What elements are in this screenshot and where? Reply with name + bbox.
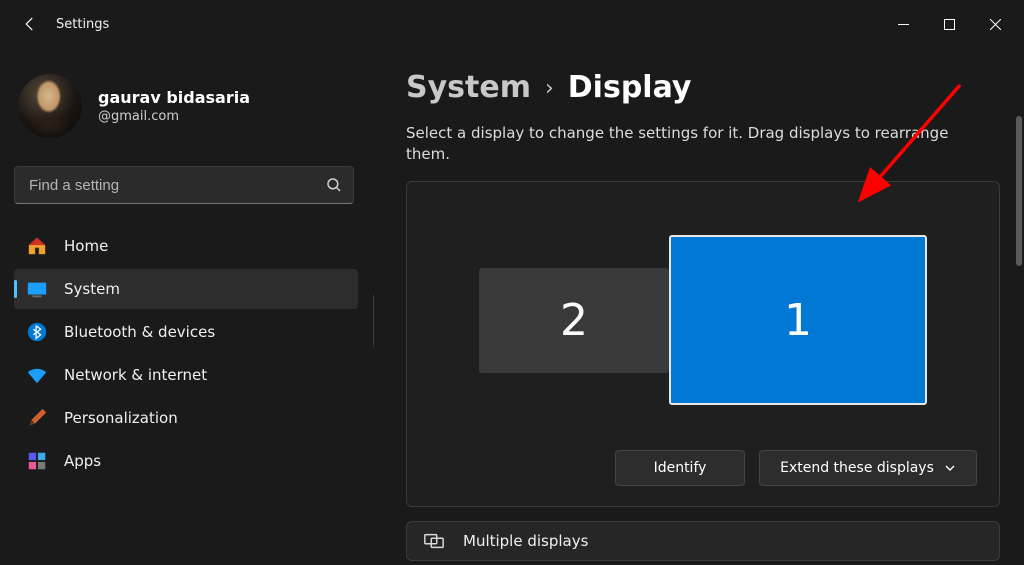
network-icon (26, 364, 48, 386)
window-controls (880, 8, 1018, 40)
sidebar-item-bluetooth[interactable]: Bluetooth & devices (14, 312, 358, 352)
display-arrangement-panel: 2 1 Identify Extend these displays (406, 181, 1000, 507)
breadcrumb-parent[interactable]: System (406, 70, 531, 105)
button-label: Extend these displays (780, 460, 934, 476)
close-icon (990, 19, 1001, 30)
display-label: 2 (560, 295, 588, 346)
button-label: Identify (654, 460, 707, 476)
scrollbar-thumb[interactable] (1016, 116, 1022, 266)
sidebar: gaurav bidasaria @gmail.com Home System (0, 48, 370, 565)
extend-displays-dropdown[interactable]: Extend these displays (759, 450, 977, 486)
back-button[interactable] (10, 4, 50, 44)
close-button[interactable] (972, 8, 1018, 40)
display-monitor-2[interactable]: 2 (479, 268, 669, 373)
multiple-displays-icon (423, 530, 445, 552)
home-icon (26, 235, 48, 257)
display-label: 1 (784, 295, 812, 346)
profile-text: gaurav bidasaria @gmail.com (98, 88, 250, 124)
search-input[interactable] (29, 177, 325, 194)
sidebar-item-label: System (64, 280, 120, 298)
display-arrangement-area[interactable]: 2 1 (429, 220, 977, 420)
chevron-right-icon: › (545, 76, 554, 101)
back-arrow-icon (21, 15, 39, 33)
sidebar-item-label: Apps (64, 452, 101, 470)
main-content: System › Display Select a display to cha… (370, 48, 1024, 565)
sidebar-item-personalization[interactable]: Personalization (14, 398, 358, 438)
maximize-icon (944, 19, 955, 30)
display-monitor-1[interactable]: 1 (669, 235, 927, 405)
search-icon (325, 176, 343, 194)
profile-email: @gmail.com (98, 109, 250, 124)
breadcrumb: System › Display (406, 70, 1000, 105)
maximize-button[interactable] (926, 8, 972, 40)
sidebar-item-label: Home (64, 237, 108, 255)
system-icon (26, 278, 48, 300)
sidebar-item-label: Personalization (64, 409, 178, 427)
apps-icon (26, 450, 48, 472)
titlebar: Settings (0, 0, 1024, 48)
sidebar-item-apps[interactable]: Apps (14, 441, 358, 481)
multiple-displays-section[interactable]: Multiple displays (406, 521, 1000, 561)
bluetooth-icon (26, 321, 48, 343)
search-box[interactable] (14, 166, 354, 204)
profile-name: gaurav bidasaria (98, 88, 250, 107)
identify-button[interactable]: Identify (615, 450, 745, 486)
panel-actions: Identify Extend these displays (429, 450, 977, 486)
sidebar-item-system[interactable]: System (14, 269, 358, 309)
breadcrumb-current: Display (568, 70, 692, 105)
personalization-icon (26, 407, 48, 429)
sidebar-item-network[interactable]: Network & internet (14, 355, 358, 395)
profile-block[interactable]: gaurav bidasaria @gmail.com (14, 74, 358, 138)
minimize-icon (898, 19, 909, 30)
section-label: Multiple displays (463, 532, 588, 550)
sidebar-item-label: Network & internet (64, 366, 207, 384)
instruction-text: Select a display to change the settings … (406, 123, 966, 165)
sidebar-item-label: Bluetooth & devices (64, 323, 215, 341)
nav: Home System Bluetooth & devices Network … (14, 226, 358, 481)
avatar (18, 74, 82, 138)
minimize-button[interactable] (880, 8, 926, 40)
window-title: Settings (56, 17, 109, 32)
chevron-down-icon (944, 462, 956, 474)
sidebar-item-home[interactable]: Home (14, 226, 358, 266)
